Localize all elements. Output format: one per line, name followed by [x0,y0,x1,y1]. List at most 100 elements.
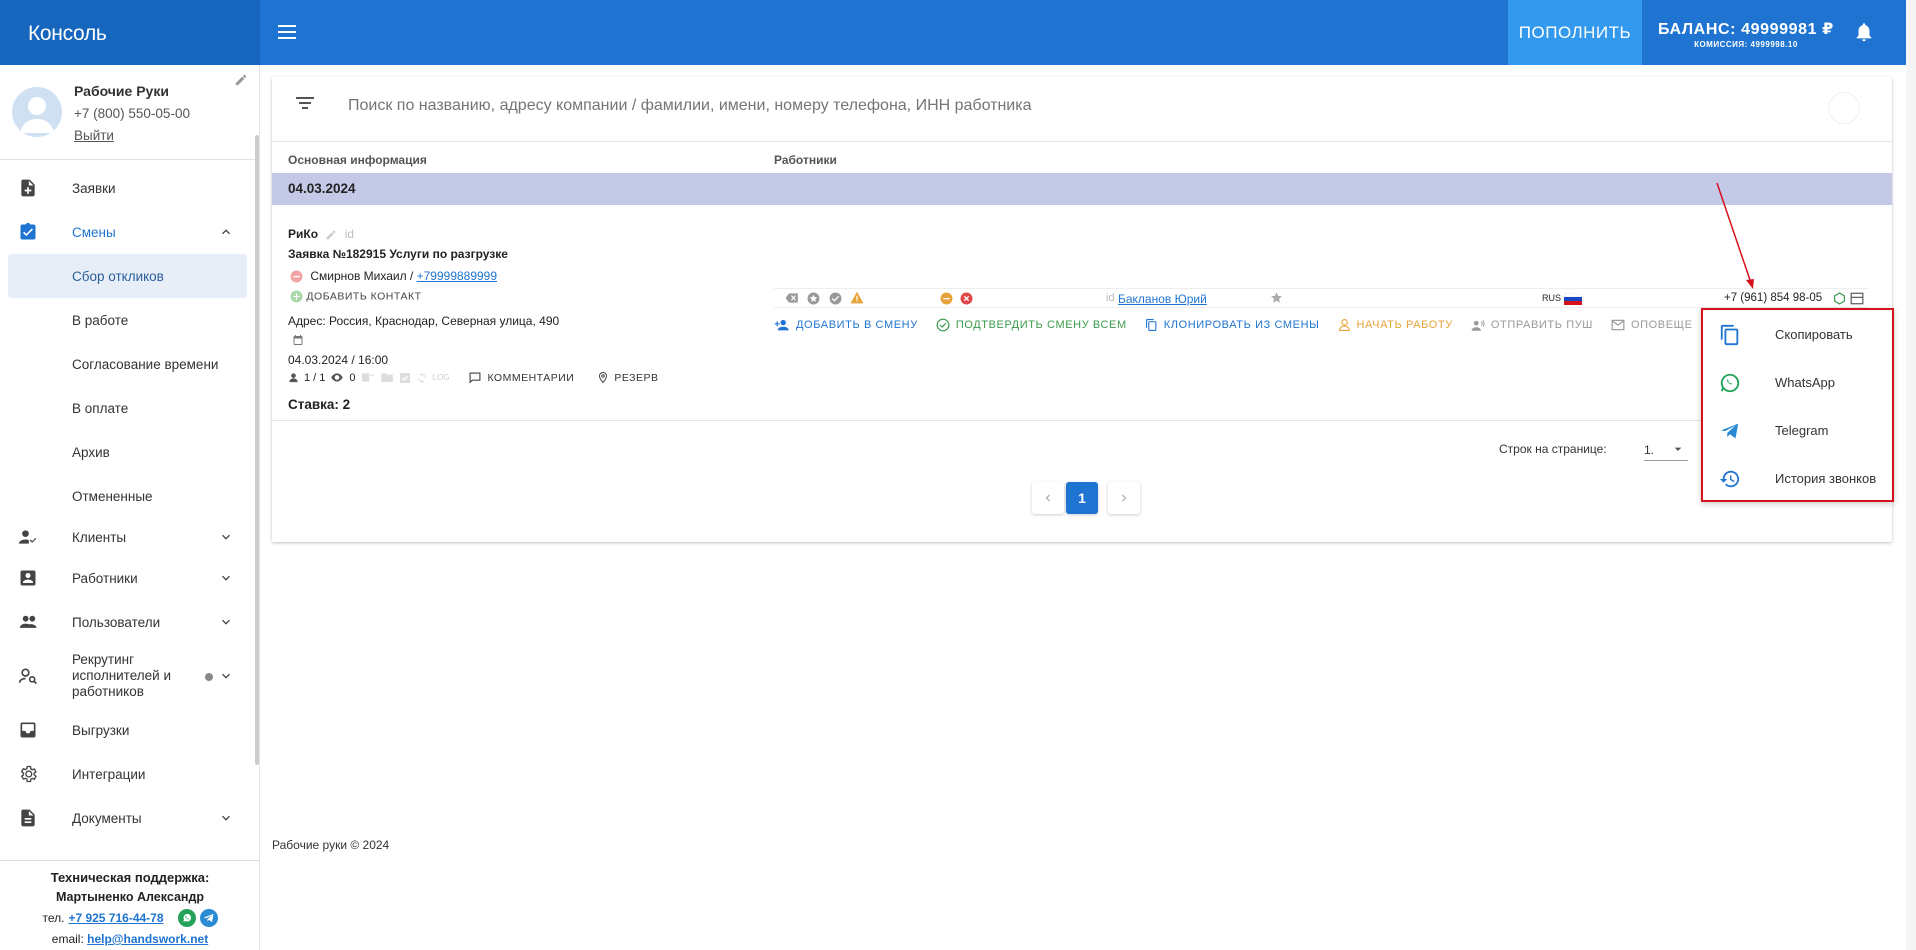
clone-from-shift-button[interactable]: КЛОНИРОВАТЬ ИЗ СМЕНЫ [1145,318,1320,332]
page-button-current[interactable]: 1 [1066,482,1098,514]
start-work-label: НАЧАТЬ РАБОТУ [1356,319,1453,331]
worker-row: id Бакланов Юрий RUS +7 (961) 854 98-05 [774,288,1869,308]
sidebar-item-orders[interactable]: Заявки [0,166,255,210]
rows-per-page-value: 1. [1644,443,1655,457]
sidebar-item-exports[interactable]: Выгрузки [0,708,255,752]
top-bar: Консоль ПОПОЛНИТЬ БАЛАНС: 49999981 ₽ КОМ… [0,0,1906,65]
chevron-down-icon [218,614,234,630]
contact-name: Смирнов Михаил / [310,269,414,283]
people-list-icon[interactable] [361,372,375,383]
worker-phone[interactable]: +7 (961) 854 98-05 [1724,292,1822,304]
folder-icon[interactable] [380,372,394,383]
clone-label: КЛОНИРОВАТЬ ИЗ СМЕНЫ [1163,319,1320,331]
sidebar-item-workers[interactable]: Работники [0,556,255,600]
star-icon[interactable] [1270,291,1283,304]
pencil-icon[interactable] [325,229,337,241]
voice-icon [1471,319,1485,332]
prev-page-button[interactable] [1032,482,1064,514]
menu-item-whatsapp[interactable]: WhatsApp [1703,358,1892,406]
menu-item-telegram[interactable]: Telegram [1703,406,1892,454]
comments-button[interactable]: КОММЕНТАРИИ [487,372,574,384]
log-label[interactable]: LOG [433,373,450,382]
warning-icon[interactable] [850,291,864,304]
remove-circle-icon[interactable] [940,292,953,305]
location-pin-icon [597,371,609,384]
eye-icon [330,372,344,383]
notification-dot [205,673,213,681]
sidebar-item-label: Смены [72,224,116,240]
avatar [12,87,62,137]
sidebar-scrollbar[interactable] [255,135,259,765]
chevron-down-icon [218,668,234,684]
cancel-tag-icon[interactable] [785,292,799,304]
logout-link[interactable]: Выйти [74,128,114,143]
search-input[interactable] [348,97,1648,115]
add-contact-button[interactable]: ДОБАВИТЬ КОНТАКТ [290,290,421,303]
filter-icon[interactable] [296,96,316,112]
edit-profile-icon[interactable] [234,73,250,89]
support-phone-row: тел. +7 925 716-44-78 [0,909,260,927]
support-email-row: email: help@handswork.net [0,932,260,946]
sidebar-subitem-label: Согласование времени [72,357,219,372]
sidebar-item-recruiting[interactable]: Рекрутинг исполнителей и работников [0,644,255,708]
menu-icon[interactable] [278,22,300,42]
support-phone-link[interactable]: +7 925 716-44-78 [68,911,163,925]
reserve-button[interactable]: РЕЗЕРВ [614,372,658,384]
shift-address: Адрес: Россия, Краснодар, Северная улица… [288,314,560,328]
sidebar-subitem-archive[interactable]: Архив [0,430,255,474]
whatsapp-icon[interactable] [177,909,196,927]
send-push-button[interactable]: ОТПРАВИТЬ ПУШ [1471,318,1593,332]
remove-circle-icon[interactable] [290,270,303,283]
start-work-button[interactable]: НАЧАТЬ РАБОТУ [1338,318,1453,332]
next-page-button[interactable] [1108,482,1140,514]
check-circle-icon[interactable] [829,292,842,305]
worker-name-link[interactable]: Бакланов Юрий [1118,292,1207,306]
confirm-all-button[interactable]: ПОДТВЕРДИТЬ СМЕНУ ВСЕМ [936,318,1127,332]
hexagon-icon[interactable] [1833,292,1846,305]
sidebar-item-integrations[interactable]: Интеграции [0,752,255,796]
cancel-circle-icon[interactable] [960,292,973,305]
menu-item-copy[interactable]: Скопировать [1703,310,1892,358]
calendar-icon[interactable] [292,334,304,346]
sidebar-item-label: Клиенты [72,529,127,545]
date-group-header: 04.03.2024 [272,173,1892,205]
shift-rate: Ставка: 2 [288,397,351,412]
checkbox-icon[interactable] [399,372,411,384]
topup-button[interactable]: ПОПОЛНИТЬ [1508,0,1642,65]
company-name[interactable]: РиКо [288,227,318,241]
sidebar-subitem-cancelled[interactable]: Отмененные [0,474,255,518]
contact-phone-link[interactable]: +79999889999 [417,269,497,283]
sidebar-item-shifts[interactable]: Смены [0,210,255,254]
order-title[interactable]: Заявка №182915 Услуги по разгрузке [288,247,508,261]
sidebar-item-documents[interactable]: Документы [0,796,255,840]
sidebar-subitem-time-approval[interactable]: Согласование времени [0,342,255,386]
chevron-left-icon [1041,491,1055,505]
sidebar-subitem-label: В оплате [72,401,129,416]
sidebar-subitem-in-work[interactable]: В работе [0,298,255,342]
sidebar-item-users[interactable]: Пользователи [0,600,255,644]
menu-item-call-history[interactable]: История звонков [1703,454,1892,502]
star-circle-icon[interactable] [807,292,820,305]
menu-item-label: Telegram [1775,423,1829,438]
views-count: 0 [349,371,356,384]
page-scrollbar[interactable] [1906,0,1916,950]
list-menu-icon[interactable] [1850,292,1864,305]
search-action-button[interactable] [1828,92,1860,124]
rows-per-page-select[interactable]: 1. [1644,439,1688,461]
assignment-check-icon [18,222,38,242]
sidebar-item-label: Заявки [72,180,116,196]
sidebar-item-clients[interactable]: Клиенты [0,518,255,556]
add-to-shift-button[interactable]: ДОБАВИТЬ В СМЕНУ [774,318,918,332]
worker-icon [1338,318,1351,332]
shift-datetime: 04.03.2024 / 16:00 [288,353,389,367]
bell-icon[interactable] [1853,20,1875,44]
sidebar-subitem-payment[interactable]: В оплате [0,386,255,430]
sync-icon[interactable] [416,372,428,384]
support-email-link[interactable]: help@handswork.net [87,932,208,946]
add-document-icon [18,178,38,198]
sidebar-item-label: Выгрузки [72,722,130,738]
sidebar-subitem-collect[interactable]: Сбор откликов [8,254,247,298]
notify-button[interactable]: ОПОВЕЩЕ [1611,318,1693,332]
telegram-icon[interactable] [199,909,218,927]
chevron-down-icon [218,570,234,586]
